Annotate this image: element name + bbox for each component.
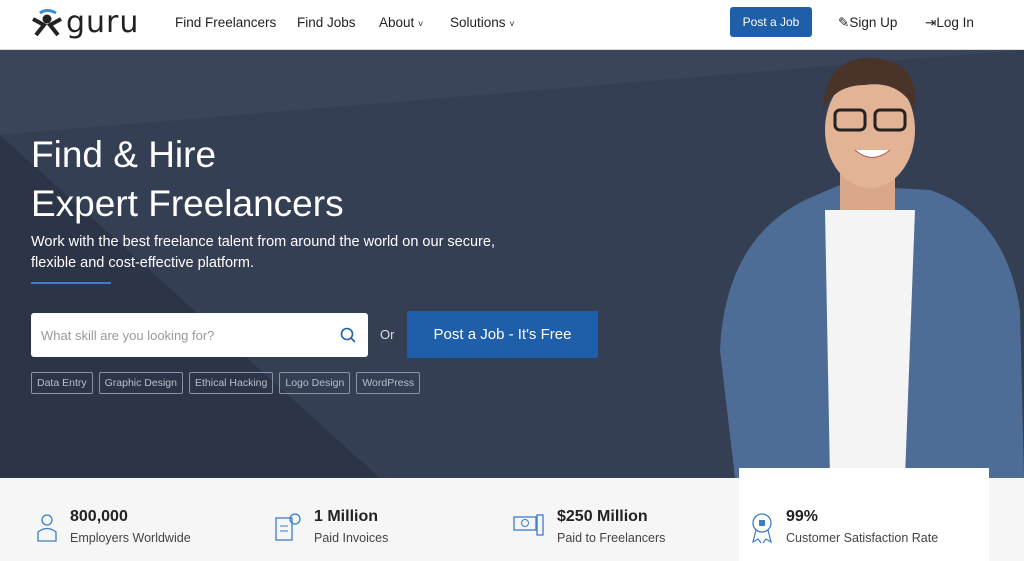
hero-section: Find & Hire Expert Freelancers Work with … bbox=[0, 50, 1024, 478]
money-icon bbox=[513, 514, 544, 536]
stat-label: Employers Worldwide bbox=[70, 531, 191, 545]
divider bbox=[31, 282, 111, 284]
hero-subtitle-line1: Work with the best freelance talent from… bbox=[31, 234, 495, 250]
hero-subtitle-line2: flexible and cost-effective platform. bbox=[31, 255, 254, 271]
tag-graphic-design[interactable]: Graphic Design bbox=[98, 372, 183, 394]
stat-paid: $250 Million Paid to Freelancers bbox=[513, 508, 665, 545]
stat-label: Customer Satisfaction Rate bbox=[786, 531, 939, 545]
sign-up-label: Sign Up bbox=[849, 15, 898, 30]
logo-icon bbox=[32, 9, 62, 37]
stat-value: 1 Million bbox=[314, 508, 378, 525]
guru-logo[interactable]: guru bbox=[30, 8, 139, 38]
edit-icon: ✎ bbox=[838, 15, 850, 30]
logo-text: guru bbox=[66, 5, 140, 40]
nav-find-jobs[interactable]: Find Jobs bbox=[297, 15, 356, 30]
hero-title-line2: Expert Freelancers bbox=[31, 183, 344, 224]
log-in-label: Log In bbox=[936, 15, 974, 30]
nav-about[interactable]: About ˅ bbox=[379, 15, 423, 30]
popular-tags: Data Entry Graphic Design Ethical Hackin… bbox=[31, 372, 421, 394]
post-job-free-button[interactable]: Post a Job - It's Free bbox=[407, 311, 598, 358]
hero-subtitle: Work with the best freelance talent from… bbox=[31, 232, 531, 274]
stat-invoices: 1 Million Paid Invoices bbox=[274, 508, 388, 545]
search-icon[interactable] bbox=[340, 327, 356, 343]
stat-value: $250 Million bbox=[557, 508, 648, 525]
nav-solutions[interactable]: Solutions ˅ bbox=[450, 15, 515, 30]
chevron-down-icon: ˅ bbox=[509, 19, 515, 29]
log-in-link[interactable]: ⇥Log In bbox=[925, 15, 974, 31]
or-text: Or bbox=[380, 327, 395, 342]
post-job-button[interactable]: Post a Job bbox=[730, 7, 812, 37]
stat-value: 800,000 bbox=[70, 508, 128, 525]
hero-person-image bbox=[720, 57, 1024, 478]
hero-title: Find & Hire Expert Freelancers bbox=[31, 130, 344, 228]
stat-label: Paid to Freelancers bbox=[557, 531, 666, 545]
award-icon bbox=[752, 513, 772, 544]
skill-search bbox=[31, 313, 368, 357]
tag-wordpress[interactable]: WordPress bbox=[356, 372, 421, 394]
employer-icon bbox=[37, 514, 57, 542]
search-input[interactable] bbox=[31, 313, 321, 357]
tag-ethical-hacking[interactable]: Ethical Hacking bbox=[188, 372, 274, 394]
chevron-down-icon: ˅ bbox=[418, 19, 424, 29]
nav-about-label: About bbox=[379, 15, 415, 30]
sign-up-link[interactable]: ✎Sign Up bbox=[838, 15, 897, 31]
stat-value: 99% bbox=[786, 508, 819, 525]
hero-title-line1: Find & Hire bbox=[31, 134, 217, 175]
stat-satisfaction: 99% Customer Satisfaction Rate bbox=[750, 508, 938, 545]
login-icon: ⇥ bbox=[925, 15, 937, 30]
nav-solutions-label: Solutions bbox=[450, 15, 506, 30]
nav-find-freelancers[interactable]: Find Freelancers bbox=[175, 15, 276, 30]
tag-logo-design[interactable]: Logo Design bbox=[279, 372, 351, 394]
invoice-icon bbox=[275, 513, 301, 541]
stat-employers: 800,000 Employers Worldwide bbox=[36, 508, 191, 545]
top-nav: guru Find Freelancers Find Jobs About ˅ … bbox=[0, 0, 1024, 50]
tag-data-entry[interactable]: Data Entry bbox=[31, 372, 93, 394]
stat-label: Paid Invoices bbox=[314, 531, 389, 545]
